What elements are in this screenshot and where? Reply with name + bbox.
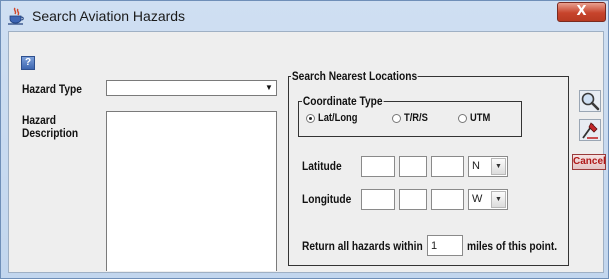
search-magnifier-icon[interactable] — [579, 90, 601, 112]
latlong-radio-label[interactable]: Lat/Long — [318, 112, 357, 124]
utm-radio-label[interactable]: UTM — [470, 112, 490, 124]
trs-radio[interactable] — [392, 114, 401, 123]
close-icon: X — [576, 4, 587, 19]
chevron-down-icon[interactable]: ▼ — [491, 191, 506, 208]
map-pick-tool-icon[interactable] — [579, 119, 601, 141]
longitude-label: Longitude — [302, 192, 352, 206]
trs-radio-label[interactable]: T/R/S — [404, 112, 428, 124]
latitude-seconds-input[interactable] — [431, 156, 464, 177]
hazard-description-label-line1: Hazard — [22, 113, 57, 127]
coordinate-type-legend: Coordinate Type — [302, 94, 384, 108]
longitude-seconds-input[interactable] — [431, 189, 464, 210]
dropdown-arrow-icon[interactable]: ▼ — [262, 81, 276, 95]
title-bar[interactable]: Search Aviation Hazards X — [1, 1, 608, 31]
java-cup-icon — [8, 7, 24, 25]
hazard-type-select[interactable]: ▼ — [106, 80, 277, 96]
cancel-button[interactable]: Cancel — [572, 154, 606, 170]
hazard-type-label: Hazard Type — [22, 82, 82, 96]
latitude-label: Latitude — [302, 159, 342, 173]
search-hazards-window: Search Aviation Hazards X ? Hazard Type … — [0, 0, 609, 279]
longitude-degrees-input[interactable] — [361, 189, 395, 210]
return-hazards-prefix: Return all hazards within — [302, 239, 423, 253]
latitude-degrees-input[interactable] — [361, 156, 395, 177]
help-icon[interactable]: ? — [21, 56, 35, 70]
latitude-hemisphere-value: N — [472, 160, 480, 172]
latitude-hemisphere-select[interactable]: N ▼ — [468, 156, 508, 177]
search-nearest-locations-legend: Search Nearest Locations — [291, 69, 418, 83]
close-button[interactable]: X — [557, 2, 606, 22]
latitude-minutes-input[interactable] — [399, 156, 427, 177]
return-hazards-suffix: miles of this point. — [467, 239, 558, 253]
hazard-description-label-line2: Description — [22, 126, 79, 140]
miles-input[interactable]: 1 — [427, 235, 463, 256]
longitude-hemisphere-select[interactable]: W ▼ — [468, 189, 508, 210]
chevron-down-icon[interactable]: ▼ — [491, 158, 506, 175]
longitude-minutes-input[interactable] — [399, 189, 427, 210]
latlong-radio[interactable] — [306, 114, 315, 123]
window-title: Search Aviation Hazards — [32, 8, 186, 24]
hazard-description-textarea[interactable] — [106, 111, 277, 271]
longitude-hemisphere-value: W — [472, 193, 483, 205]
utm-radio[interactable] — [458, 114, 467, 123]
